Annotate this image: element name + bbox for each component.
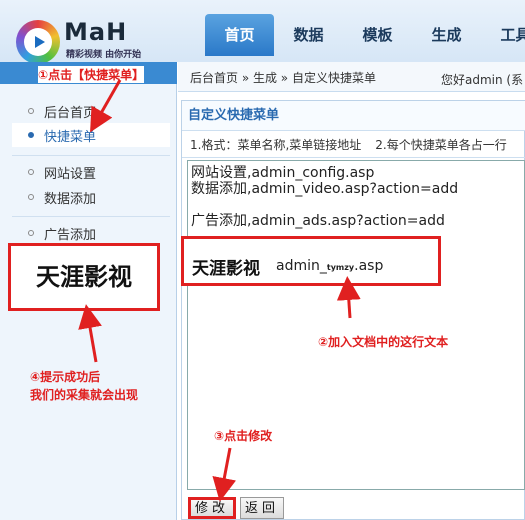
sidebar-item-data-add[interactable]: 数据添加 [12,185,170,209]
bullet-icon [28,230,34,236]
logo-slogan: 精彩视频 由你开始 [66,50,142,60]
sidebar-divider [12,155,170,156]
sidebar-item-label: 数据添加 [44,191,97,207]
tab-templates[interactable]: 模板 [343,14,412,56]
tab-generate[interactable]: 生成 [412,14,481,56]
panel-title: 自定义快捷菜单 [182,101,525,131]
tab-tools[interactable]: 工具 [481,14,525,56]
tab-data[interactable]: 数据 [274,14,343,56]
url-prefix: admin_ [276,258,327,274]
tab-home[interactable]: 首页 [205,14,274,56]
bullet-icon [28,194,34,200]
sidebar-item-label: 网站设置 [44,166,97,182]
annotation-step1: ①点击【快捷菜单】 [38,66,145,83]
logo-text: MaH [64,18,128,46]
editor-line: 数据添加,admin_video.asp?action=add [191,181,459,197]
sidebar-divider [12,216,170,217]
annotation-step3: ③点击修改 [214,429,273,443]
sidebar-new-menu-item[interactable]: 天涯影视 [8,243,160,311]
sidebar-item-admin-home[interactable]: 后台首页 [12,99,170,123]
back-button[interactable]: 返回 [240,497,285,519]
sidebar-item-label: 后台首页 [44,105,97,121]
bullet-icon [28,108,34,114]
form-buttons: 修改 返回 [188,497,285,519]
url-id: tymzy [326,263,355,272]
editor-line: 网站设置,admin_config.asp [191,165,375,181]
annotation-step2: ②加入文档中的这行文本 [318,335,449,349]
user-greeting: 您好admin (系 [441,73,524,87]
format-hint: 1.格式：菜单名称,菜单链接地址 2.每个快捷菜单各占一行 [182,132,525,158]
added-line-highlight: 天涯影视 admin_tymzy.asp [181,236,441,286]
modify-button[interactable]: 修改 [188,497,237,519]
top-nav: 首页 数据 模板 生成 工具 [205,14,525,56]
url-suffix: .asp [354,258,384,274]
sidebar-item-label: 快捷菜单 [44,129,97,145]
header-bar: MaH 精彩视频 由你开始 首页 数据 模板 生成 工具 [0,0,525,64]
sidebar-item-site-settings[interactable]: 网站设置 [12,160,170,184]
annotation-step4: ④提示成功后 我们的采集就会出现 [30,368,190,404]
sidebar-item-quick-menu[interactable]: 快捷菜单 [12,123,170,147]
added-line-name: 天涯影视 [192,259,260,279]
hint-format: 1.格式：菜单名称,菜单链接地址 [190,138,362,152]
logo-icon [16,20,60,64]
annotation-step4-line1: ④提示成功后 [30,370,101,384]
bullet-icon [28,169,34,175]
annotation-step4-line2: 我们的采集就会出现 [30,388,139,402]
sidebar-item-label: 广告添加 [44,227,97,243]
sidebar-item-ad-add[interactable]: 广告添加 [12,221,170,245]
added-line-url: admin_tymzy.asp [276,258,383,274]
breadcrumb: 后台首页 » 生成 » 自定义快捷菜单 [190,71,376,85]
editor-line: 广告添加,admin_ads.asp?action=add [191,213,445,229]
breadcrumb-bar: 后台首页 » 生成 » 自定义快捷菜单 您好admin (系 [178,62,525,92]
hint-one-per-line: 2.每个快捷菜单各占一行 [375,138,507,152]
bullet-icon [28,132,34,138]
